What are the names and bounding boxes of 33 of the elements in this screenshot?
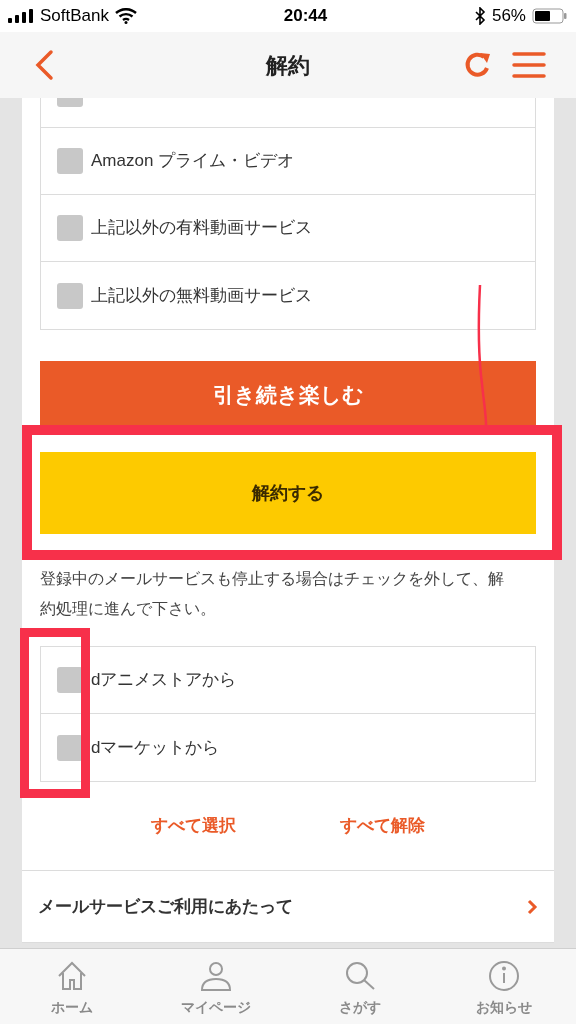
- checkbox[interactable]: [57, 667, 83, 693]
- info-icon: [487, 959, 521, 993]
- checkbox-label: 上記以外の有料動画サービス: [91, 217, 312, 240]
- wifi-icon: [115, 8, 137, 24]
- user-icon: [199, 959, 233, 993]
- checkbox[interactable]: [57, 148, 83, 174]
- checkbox-row[interactable]: 上記以外の有料動画サービス: [41, 195, 535, 262]
- clock: 20:44: [283, 5, 328, 28]
- notice-text: 登録中のメールサービスも停止する場合はチェックを外して、解約処理に進んで下さい。: [40, 569, 505, 619]
- checkbox-row[interactable]: dアニメストアから: [41, 647, 535, 714]
- cancel-button[interactable]: 解約する: [40, 452, 536, 534]
- checkbox-label: Amazon プライム・ビデオ: [91, 150, 295, 173]
- checkbox-label: dアニメストアから: [91, 669, 237, 692]
- select-link[interactable]: すべて解除: [340, 813, 425, 839]
- checkbox[interactable]: [57, 282, 83, 309]
- bluetooth-icon: [473, 7, 486, 25]
- checkbox-row[interactable]: dマーケットから: [41, 714, 535, 781]
- battery-percent: 56%: [491, 5, 526, 28]
- page-title: 解約: [266, 51, 310, 80]
- carrier-name: SoftBank: [40, 5, 109, 28]
- signal-icon: [8, 9, 34, 23]
- checkbox-row[interactable]: Amazon プライム・ビデオ: [41, 128, 535, 195]
- checkbox[interactable]: [57, 215, 83, 241]
- checkbox-label: dマーケットから: [91, 736, 220, 759]
- checkbox[interactable]: [57, 734, 83, 761]
- menu-button[interactable]: [512, 50, 546, 80]
- checkbox-row[interactable]: 上記以外の無料動画サービス: [41, 262, 535, 329]
- menu-item[interactable]: メールサービスご利用にあたって: [22, 871, 554, 942]
- search-icon: [343, 959, 377, 993]
- select-link[interactable]: すべて選択: [151, 813, 236, 839]
- chevron-icon: [526, 898, 538, 915]
- checkbox-label: 上記以外の無料動画サービス: [91, 284, 312, 307]
- battery-icon: [532, 8, 568, 24]
